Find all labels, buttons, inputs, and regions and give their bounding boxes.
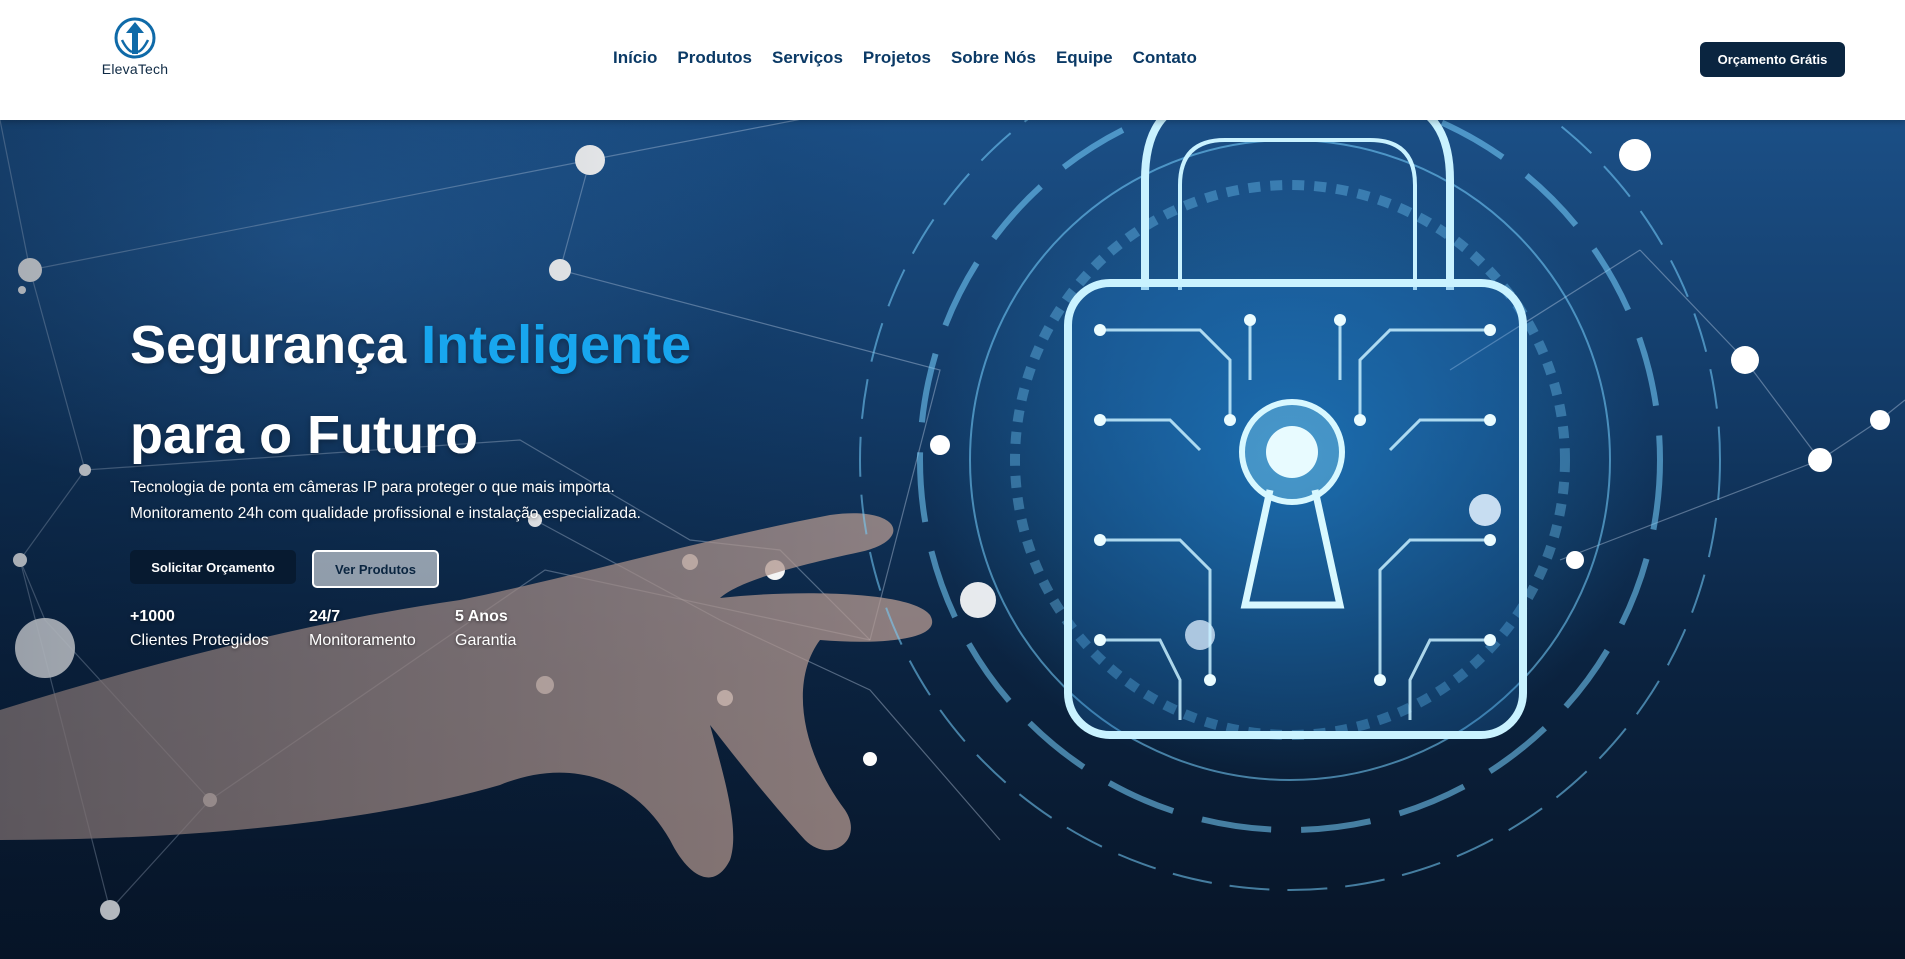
hero-section: Segurança Inteligente para o Futuro Tecn… <box>0 120 1905 959</box>
hero-subtitle-line2: Monitoramento 24h com qualidade profissi… <box>130 505 641 522</box>
stat-label: Garantia <box>455 632 517 649</box>
free-quote-button[interactable]: Orçamento Grátis <box>1700 42 1845 77</box>
stat-monitoring: 24/7 Monitoramento <box>309 605 416 653</box>
stat-clients: +1000 Clientes Protegidos <box>130 605 269 653</box>
nav-item-sobre-nos[interactable]: Sobre Nós <box>951 48 1036 68</box>
hero-subtitle: Tecnologia de ponta em câmeras IP para p… <box>130 475 690 527</box>
hero-title-accent: Inteligente <box>421 315 692 375</box>
stat-value: +1000 <box>130 608 175 625</box>
stat-value: 24/7 <box>309 608 341 625</box>
nav-item-equipe[interactable]: Equipe <box>1056 48 1113 68</box>
hero-title-part2: para o Futuro <box>130 405 478 465</box>
stat-label: Monitoramento <box>309 632 416 649</box>
brand-name: ElevaTech <box>101 61 169 77</box>
brand-logo[interactable]: ElevaTech <box>95 16 175 80</box>
stat-warranty: 5 Anos Garantia <box>455 605 516 653</box>
hero-subtitle-line1: Tecnologia de ponta em câmeras IP para p… <box>130 479 615 496</box>
hero-title-part1: Segurança <box>130 315 422 375</box>
hero-title: Segurança Inteligente para o Futuro <box>130 300 691 480</box>
main-nav: Início Produtos Serviços Projetos Sobre … <box>613 48 1197 68</box>
view-products-button[interactable]: Ver Produtos <box>312 550 439 588</box>
nav-item-produtos[interactable]: Produtos <box>677 48 752 68</box>
nav-item-servicos[interactable]: Serviços <box>772 48 843 68</box>
nav-item-contato[interactable]: Contato <box>1133 48 1197 68</box>
shield-arrow-icon <box>114 17 156 59</box>
stat-label: Clientes Protegidos <box>130 632 269 649</box>
nav-item-inicio[interactable]: Início <box>613 48 657 68</box>
stat-value: 5 Anos <box>455 608 508 625</box>
site-header: ElevaTech Início Produtos Serviços Proje… <box>0 0 1905 120</box>
hero-overlay <box>0 120 900 959</box>
request-quote-button[interactable]: Solicitar Orçamento <box>130 550 296 584</box>
nav-item-projetos[interactable]: Projetos <box>863 48 931 68</box>
